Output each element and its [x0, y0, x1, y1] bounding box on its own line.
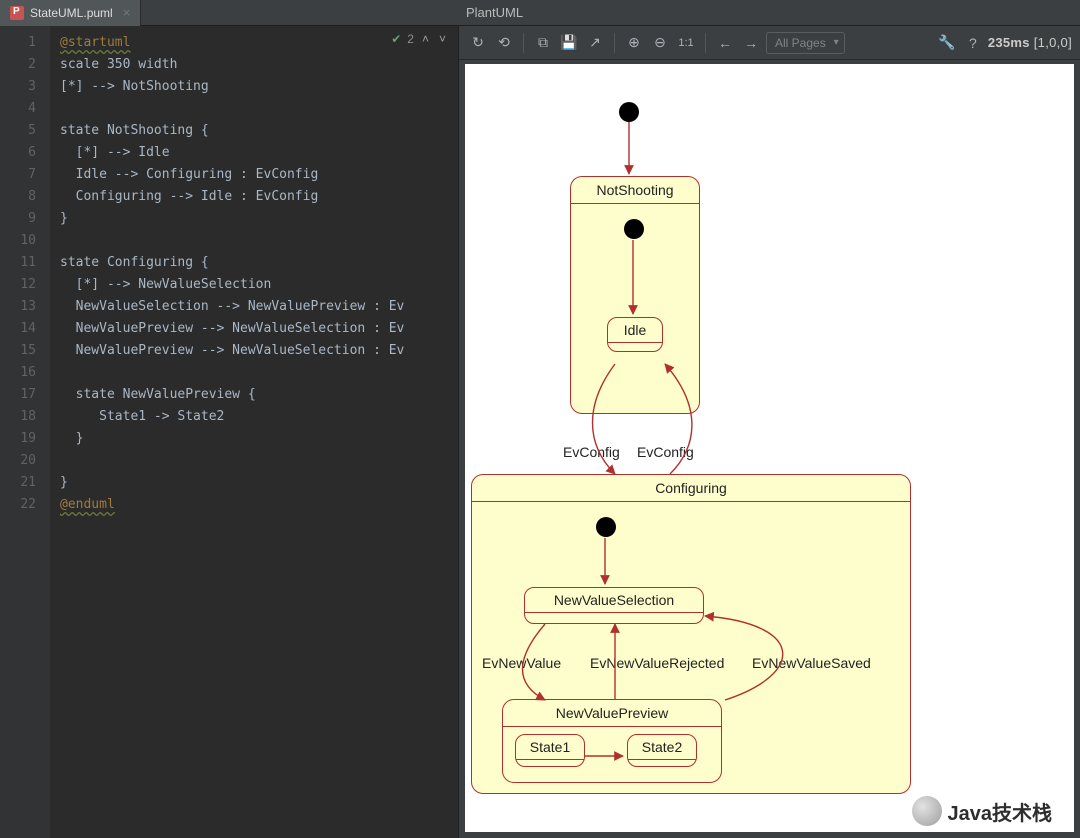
state-state1: State1 — [515, 734, 585, 767]
zoom-actual-icon[interactable]: 1:1 — [675, 32, 697, 54]
state-newvaluepreview: NewValuePreview State1 State2 — [502, 699, 722, 783]
edge-label: EvConfig — [563, 444, 620, 460]
editor-tab[interactable]: StateUML.puml × — [0, 0, 141, 26]
chevron-down-icon[interactable]: ˅ — [437, 32, 448, 46]
preview-panel-title: PlantUML — [466, 5, 523, 20]
line-gutter: 12345678910111213141516171819202122 — [0, 26, 50, 838]
separator — [705, 33, 706, 53]
next-page-icon[interactable]: → — [740, 32, 762, 54]
main-split: 12345678910111213141516171819202122 @sta… — [0, 26, 1080, 838]
edge-label: EvNewValue — [482, 655, 561, 671]
plantuml-file-icon — [10, 6, 24, 20]
separator — [614, 33, 615, 53]
render-status: 235ms [1,0,0] — [988, 35, 1072, 50]
initial-node — [596, 517, 616, 537]
preview-pane: ↻ ⟲ ⧉ 💾 ↗ ⊕ ⊖ 1:1 ← → All Pages 🔧 ? 235m… — [458, 26, 1080, 838]
close-icon[interactable]: × — [119, 5, 131, 20]
tab-strip: StateUML.puml × PlantUML — [0, 0, 1080, 26]
auto-refresh-icon[interactable]: ⟲ — [493, 32, 515, 54]
zoom-out-icon[interactable]: ⊖ — [649, 32, 671, 54]
preview-toolbar: ↻ ⟲ ⧉ 💾 ↗ ⊕ ⊖ 1:1 ← → All Pages 🔧 ? 235m… — [459, 26, 1080, 60]
refresh-icon[interactable]: ↻ — [467, 32, 489, 54]
help-icon[interactable]: ? — [962, 32, 984, 54]
separator — [523, 33, 524, 53]
watermark: Java技术栈 — [912, 796, 1053, 826]
prev-page-icon[interactable]: ← — [714, 32, 736, 54]
edge-label: EvNewValueRejected — [590, 655, 724, 671]
preview-canvas[interactable]: NotShooting Idle EvConfig EvConfig Confi… — [465, 64, 1074, 832]
edge-label: EvNewValueSaved — [752, 655, 871, 671]
check-icon: ✔ — [391, 32, 401, 46]
state-configuring: Configuring NewValueSelection NewValuePr… — [471, 474, 911, 794]
copy-icon[interactable]: ⧉ — [532, 32, 554, 54]
edge-label: EvConfig — [637, 444, 694, 460]
settings-icon[interactable]: 🔧 — [936, 32, 958, 54]
preview-canvas-wrap: NotShooting Idle EvConfig EvConfig Confi… — [459, 60, 1080, 838]
save-icon[interactable]: 💾 — [558, 32, 580, 54]
initial-node — [619, 102, 639, 122]
code-area[interactable]: @startumlscale 350 width[*] --> NotShoot… — [50, 26, 458, 838]
page-selector[interactable]: All Pages — [766, 32, 845, 54]
chevron-up-icon[interactable]: ˄ — [420, 32, 431, 46]
state-newvalueselection: NewValueSelection — [524, 587, 704, 624]
zoom-in-icon[interactable]: ⊕ — [623, 32, 645, 54]
tab-filename: StateUML.puml — [30, 6, 113, 20]
watermark-logo — [912, 796, 942, 826]
state-notshooting: NotShooting Idle — [570, 176, 700, 414]
problems-count: 2 — [407, 32, 414, 46]
editor-pane: 12345678910111213141516171819202122 @sta… — [0, 26, 458, 838]
state-idle: Idle — [607, 317, 663, 352]
initial-node — [624, 219, 644, 239]
export-icon[interactable]: ↗ — [584, 32, 606, 54]
state-state2: State2 — [627, 734, 697, 767]
editor-inspection-widget[interactable]: ✔ 2 ˄ ˅ — [387, 30, 452, 48]
